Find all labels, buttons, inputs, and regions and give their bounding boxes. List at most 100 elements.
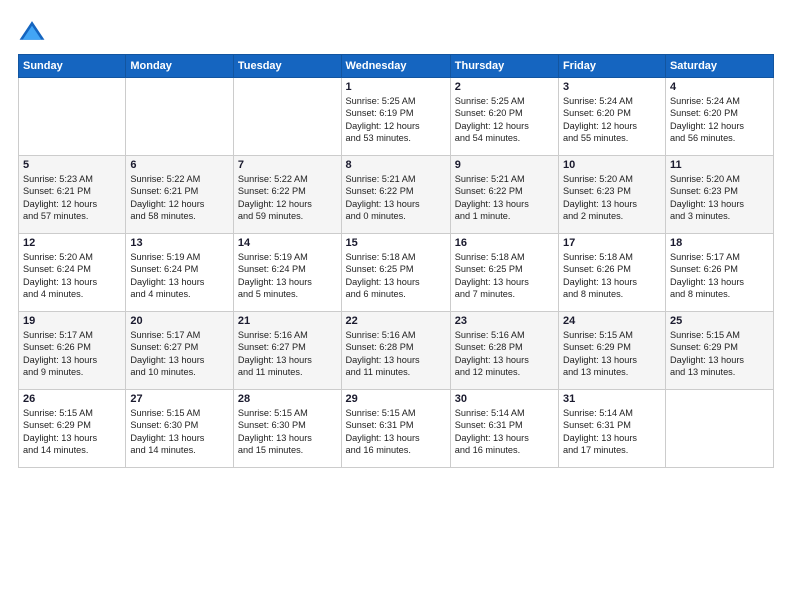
- day-info: Sunrise: 5:22 AMSunset: 6:22 PMDaylight:…: [238, 173, 337, 223]
- day-number: 16: [455, 237, 554, 249]
- day-number: 8: [346, 159, 446, 171]
- calendar-week-row: 5 Sunrise: 5:23 AMSunset: 6:21 PMDaylight…: [19, 156, 774, 234]
- page: SundayMondayTuesdayWednesdayThursdayFrid…: [0, 0, 792, 612]
- day-info: Sunrise: 5:17 AMSunset: 6:26 PMDaylight:…: [23, 329, 121, 379]
- day-info: Sunrise: 5:20 AMSunset: 6:24 PMDaylight:…: [23, 251, 121, 301]
- calendar-day-cell: 21Sunrise: 5:16 AMSunset: 6:27 PMDayligh…: [233, 312, 341, 390]
- day-number: 17: [563, 237, 661, 249]
- calendar-day-cell: [665, 390, 773, 468]
- day-number: 13: [130, 237, 229, 249]
- day-info: Sunrise: 5:15 AMSunset: 6:29 PMDaylight:…: [563, 329, 661, 379]
- calendar-day-cell: 25 Sunrise: 5:15 AMSunset: 6:29 PMDayligh…: [665, 312, 773, 390]
- day-info: Sunrise: 5:24 AMSunset: 6:20 PMDaylight:…: [563, 95, 661, 145]
- day-number: 7: [238, 159, 337, 171]
- day-info: Sunrise: 5:21 AMSunset: 6:22 PMDaylight:…: [455, 173, 554, 223]
- calendar-day-cell: 27Sunrise: 5:15 AMSunset: 6:30 PMDayligh…: [126, 390, 234, 468]
- day-number: 29: [346, 393, 446, 405]
- day-number: 31: [563, 393, 661, 405]
- calendar-day-cell: [126, 78, 234, 156]
- day-number: 28: [238, 393, 337, 405]
- day-info: Sunrise: 5:18 AMSunset: 6:25 PMDaylight:…: [455, 251, 554, 301]
- calendar-week-row: 26Sunrise: 5:15 AMSunset: 6:29 PMDayligh…: [19, 390, 774, 468]
- day-info: Sunrise: 5:25 AMSunset: 6:20 PMDaylight:…: [455, 95, 554, 145]
- calendar-day-cell: 20Sunrise: 5:17 AMSunset: 6:27 PMDayligh…: [126, 312, 234, 390]
- days-of-week-row: SundayMondayTuesdayWednesdayThursdayFrid…: [19, 55, 774, 78]
- day-number: 21: [238, 315, 337, 327]
- day-number: 10: [563, 159, 661, 171]
- calendar-day-cell: 31 Sunrise: 5:14 AMSunset: 6:31 PMDayligh…: [558, 390, 665, 468]
- day-of-week-header: Tuesday: [233, 55, 341, 78]
- calendar-day-cell: 28Sunrise: 5:15 AMSunset: 6:30 PMDayligh…: [233, 390, 341, 468]
- calendar-day-cell: 1Sunrise: 5:25 AMSunset: 6:19 PMDaylight…: [341, 78, 450, 156]
- calendar-week-row: 19 Sunrise: 5:17 AMSunset: 6:26 PMDayligh…: [19, 312, 774, 390]
- day-info: Sunrise: 5:17 AMSunset: 6:27 PMDaylight:…: [130, 329, 229, 379]
- day-info: Sunrise: 5:24 AMSunset: 6:20 PMDaylight:…: [670, 95, 769, 145]
- calendar-body: 1Sunrise: 5:25 AMSunset: 6:19 PMDaylight…: [19, 78, 774, 468]
- calendar-day-cell: 14 Sunrise: 5:19 AMSunset: 6:24 PMDayligh…: [233, 234, 341, 312]
- calendar-day-cell: 7 Sunrise: 5:22 AMSunset: 6:22 PMDaylight…: [233, 156, 341, 234]
- day-info: Sunrise: 5:15 AMSunset: 6:29 PMDaylight:…: [670, 329, 769, 379]
- day-info: Sunrise: 5:15 AMSunset: 6:29 PMDaylight:…: [23, 407, 121, 457]
- calendar-day-cell: [19, 78, 126, 156]
- day-number: 9: [455, 159, 554, 171]
- day-number: 11: [670, 159, 769, 171]
- calendar-day-cell: 24 Sunrise: 5:15 AMSunset: 6:29 PMDayligh…: [558, 312, 665, 390]
- day-number: 25: [670, 315, 769, 327]
- day-info: Sunrise: 5:20 AMSunset: 6:23 PMDaylight:…: [670, 173, 769, 223]
- day-number: 24: [563, 315, 661, 327]
- calendar-day-cell: [233, 78, 341, 156]
- day-number: 6: [130, 159, 229, 171]
- calendar-day-cell: 12Sunrise: 5:20 AMSunset: 6:24 PMDayligh…: [19, 234, 126, 312]
- day-of-week-header: Sunday: [19, 55, 126, 78]
- day-info: Sunrise: 5:18 AMSunset: 6:25 PMDaylight:…: [346, 251, 446, 301]
- day-info: Sunrise: 5:22 AMSunset: 6:21 PMDaylight:…: [130, 173, 229, 223]
- calendar-day-cell: 2Sunrise: 5:25 AMSunset: 6:20 PMDaylight…: [450, 78, 558, 156]
- calendar-day-cell: 5 Sunrise: 5:23 AMSunset: 6:21 PMDaylight…: [19, 156, 126, 234]
- day-info: Sunrise: 5:18 AMSunset: 6:26 PMDaylight:…: [563, 251, 661, 301]
- day-number: 30: [455, 393, 554, 405]
- calendar-day-cell: 19 Sunrise: 5:17 AMSunset: 6:26 PMDayligh…: [19, 312, 126, 390]
- calendar-day-cell: 3 Sunrise: 5:24 AMSunset: 6:20 PMDaylight…: [558, 78, 665, 156]
- day-of-week-header: Friday: [558, 55, 665, 78]
- calendar-week-row: 12Sunrise: 5:20 AMSunset: 6:24 PMDayligh…: [19, 234, 774, 312]
- day-of-week-header: Wednesday: [341, 55, 450, 78]
- day-of-week-header: Thursday: [450, 55, 558, 78]
- calendar-day-cell: 22 Sunrise: 5:16 AMSunset: 6:28 PMDayligh…: [341, 312, 450, 390]
- day-info: Sunrise: 5:15 AMSunset: 6:31 PMDaylight:…: [346, 407, 446, 457]
- day-info: Sunrise: 5:23 AMSunset: 6:21 PMDaylight:…: [23, 173, 121, 223]
- day-info: Sunrise: 5:21 AMSunset: 6:22 PMDaylight:…: [346, 173, 446, 223]
- day-number: 19: [23, 315, 121, 327]
- day-info: Sunrise: 5:19 AMSunset: 6:24 PMDaylight:…: [130, 251, 229, 301]
- day-number: 18: [670, 237, 769, 249]
- header: [18, 18, 774, 46]
- day-number: 14: [238, 237, 337, 249]
- day-number: 3: [563, 81, 661, 93]
- calendar-day-cell: 9 Sunrise: 5:21 AMSunset: 6:22 PMDaylight…: [450, 156, 558, 234]
- day-number: 5: [23, 159, 121, 171]
- logo: [18, 18, 50, 46]
- day-of-week-header: Saturday: [665, 55, 773, 78]
- day-info: Sunrise: 5:25 AMSunset: 6:19 PMDaylight:…: [346, 95, 446, 145]
- day-info: Sunrise: 5:20 AMSunset: 6:23 PMDaylight:…: [563, 173, 661, 223]
- calendar-day-cell: 16 Sunrise: 5:18 AMSunset: 6:25 PMDayligh…: [450, 234, 558, 312]
- calendar-day-cell: 30 Sunrise: 5:14 AMSunset: 6:31 PMDayligh…: [450, 390, 558, 468]
- calendar-day-cell: 8 Sunrise: 5:21 AMSunset: 6:22 PMDaylight…: [341, 156, 450, 234]
- day-number: 4: [670, 81, 769, 93]
- calendar-day-cell: 4 Sunrise: 5:24 AMSunset: 6:20 PMDaylight…: [665, 78, 773, 156]
- day-info: Sunrise: 5:14 AMSunset: 6:31 PMDaylight:…: [563, 407, 661, 457]
- day-number: 23: [455, 315, 554, 327]
- day-number: 15: [346, 237, 446, 249]
- day-info: Sunrise: 5:16 AMSunset: 6:28 PMDaylight:…: [346, 329, 446, 379]
- calendar-header: SundayMondayTuesdayWednesdayThursdayFrid…: [19, 55, 774, 78]
- calendar-week-row: 1Sunrise: 5:25 AMSunset: 6:19 PMDaylight…: [19, 78, 774, 156]
- calendar-day-cell: 10 Sunrise: 5:20 AMSunset: 6:23 PMDayligh…: [558, 156, 665, 234]
- calendar-day-cell: 23Sunrise: 5:16 AMSunset: 6:28 PMDayligh…: [450, 312, 558, 390]
- calendar-day-cell: 18Sunrise: 5:17 AMSunset: 6:26 PMDayligh…: [665, 234, 773, 312]
- calendar-day-cell: 29 Sunrise: 5:15 AMSunset: 6:31 PMDayligh…: [341, 390, 450, 468]
- day-info: Sunrise: 5:19 AMSunset: 6:24 PMDaylight:…: [238, 251, 337, 301]
- day-info: Sunrise: 5:14 AMSunset: 6:31 PMDaylight:…: [455, 407, 554, 457]
- calendar-day-cell: 11 Sunrise: 5:20 AMSunset: 6:23 PMDayligh…: [665, 156, 773, 234]
- day-number: 22: [346, 315, 446, 327]
- calendar-day-cell: 13 Sunrise: 5:19 AMSunset: 6:24 PMDayligh…: [126, 234, 234, 312]
- calendar-day-cell: 26Sunrise: 5:15 AMSunset: 6:29 PMDayligh…: [19, 390, 126, 468]
